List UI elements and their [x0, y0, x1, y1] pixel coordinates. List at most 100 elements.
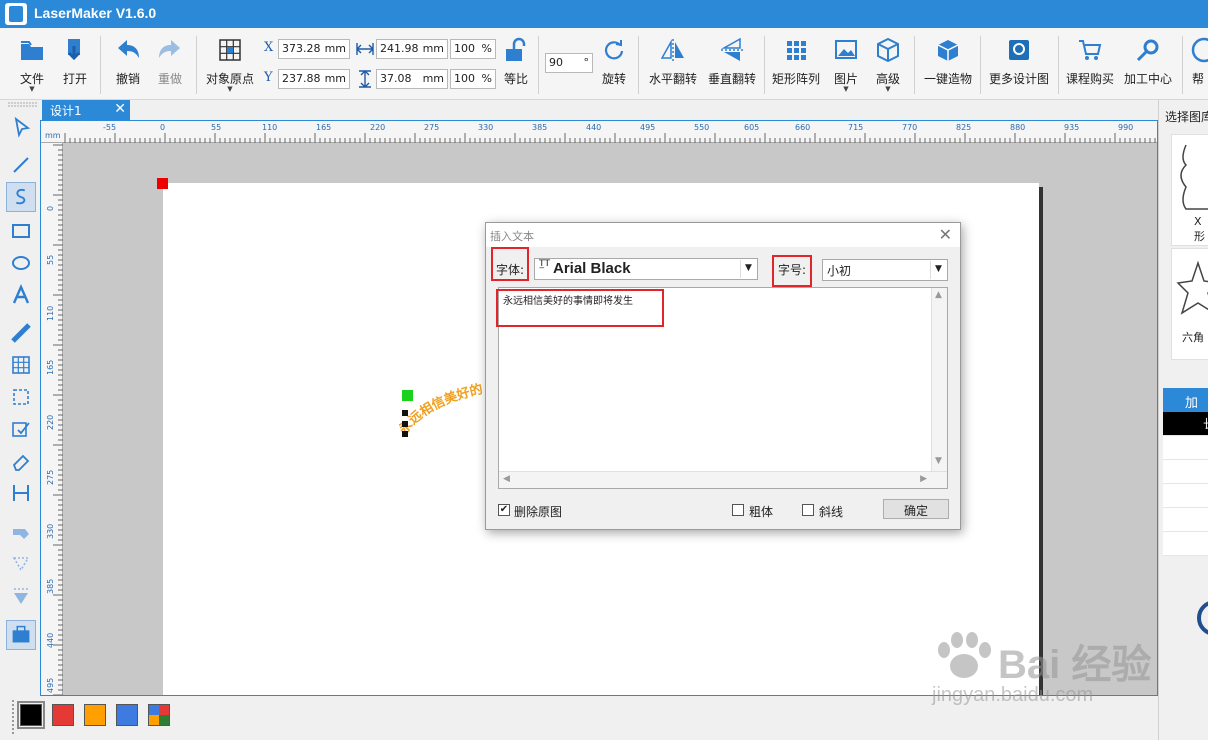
cube-icon	[877, 37, 899, 63]
ruler-tick-label: 110	[262, 123, 278, 132]
vertical-scrollbar[interactable]: ▲ ▼	[931, 288, 947, 472]
app-logo-icon	[5, 3, 27, 25]
size-label: 字号:	[778, 263, 807, 277]
layer-row[interactable]	[1163, 460, 1208, 484]
dashed-rect-icon[interactable]	[8, 384, 34, 410]
course-purchase-button[interactable]: 课程购买	[1062, 34, 1118, 96]
insert-text-dialog: 插入文本 ✕ 字体: T̲T Arial Black ▼ 字号: 小初 ▼ 永远…	[485, 222, 961, 530]
layer-bottom-icon[interactable]	[8, 584, 34, 610]
font-type-icon: T̲T	[539, 259, 550, 269]
color-swatch-blue[interactable]	[116, 704, 138, 726]
italic-checkbox[interactable]	[802, 504, 814, 516]
ok-button[interactable]: 确定	[883, 499, 949, 519]
ellipse-tool-icon[interactable]	[8, 250, 34, 276]
ruler-tick-label: 550	[694, 123, 710, 132]
unlock-icon	[506, 37, 526, 61]
ruler-tick-label: 330	[478, 123, 494, 132]
measure-icon[interactable]	[8, 480, 34, 506]
x-position-field[interactable]: 373.28 mm	[278, 39, 350, 59]
gallery-item-x-shape[interactable]: X形	[1171, 134, 1208, 246]
color-swatch-orange[interactable]	[84, 704, 106, 726]
x-shape-icon	[1180, 144, 1208, 210]
resize-handle[interactable]	[402, 410, 408, 416]
rectangular-array-button[interactable]: 矩形阵列	[768, 34, 824, 96]
rotate-button[interactable]: 旋转	[597, 34, 631, 96]
scroll-knob-icon[interactable]	[1195, 598, 1208, 638]
object-origin-button[interactable]: 对象原点 ▼	[202, 34, 258, 96]
color-swatch-red[interactable]	[52, 704, 74, 726]
vertical-ruler: 0 55 110 165 220 275 330 385 440 495	[41, 143, 63, 695]
table-tool-icon[interactable]	[8, 352, 34, 378]
ruler-unit-label: mm	[45, 131, 61, 140]
processing-tab[interactable]: 加工	[1163, 388, 1208, 430]
grip-icon	[8, 102, 38, 107]
ruler-tick-label: 495	[640, 123, 656, 132]
ruler-tick-label: 770	[902, 123, 918, 132]
box-icon	[937, 40, 959, 61]
width-field[interactable]: 241.98 mm	[376, 39, 448, 59]
open-button[interactable]: 打开	[56, 34, 94, 96]
scroll-down-icon[interactable]: ▼	[935, 456, 942, 466]
vertical-flip-button[interactable]: 垂直翻转	[704, 34, 760, 96]
scroll-right-icon[interactable]: ▶	[920, 474, 927, 484]
delete-original-label: 删除原图	[514, 505, 563, 519]
color-swatch-black[interactable]	[17, 701, 45, 729]
ruler-tick-label: 220	[46, 414, 55, 430]
select-arrow-icon[interactable]	[8, 114, 34, 140]
layer-row[interactable]	[1163, 508, 1208, 532]
layer-row[interactable]	[1163, 436, 1208, 460]
layer-up-icon[interactable]	[8, 520, 34, 546]
height-field[interactable]: 37.08 mm	[376, 69, 448, 89]
ruler-tick-label: 385	[46, 578, 55, 594]
undo-button[interactable]: 撤销	[108, 34, 148, 96]
layer-row-selected[interactable]: 长	[1163, 412, 1208, 436]
close-icon[interactable]: ✕	[939, 225, 952, 244]
layer-row[interactable]	[1163, 484, 1208, 508]
image-button[interactable]: 图片 ▼	[828, 34, 864, 96]
gallery-item-hexagram[interactable]: 六角	[1171, 248, 1208, 360]
resize-handle[interactable]	[402, 421, 408, 427]
edit-node-icon[interactable]	[8, 416, 34, 442]
toolbox-icon[interactable]	[6, 620, 36, 650]
design-gallery-icon	[1009, 40, 1029, 60]
scroll-up-icon[interactable]: ▲	[935, 290, 942, 300]
origin-grid-icon	[219, 39, 241, 61]
proportional-lock-button[interactable]: 等比	[498, 34, 534, 96]
rotate-angle-field[interactable]: 90 °	[545, 53, 593, 73]
tab-design-1[interactable]: 设计1 ✕	[42, 100, 130, 120]
y-position-field[interactable]: 237.88 mm	[278, 69, 350, 89]
one-click-create-button[interactable]: 一键造物	[920, 34, 976, 96]
text-tool-icon[interactable]	[8, 282, 34, 308]
rotate-handle[interactable]	[402, 390, 413, 401]
toolbar-separator	[764, 36, 765, 94]
chevron-down-icon: ▼	[930, 261, 946, 279]
rectangle-tool-icon[interactable]	[8, 218, 34, 244]
processing-center-button[interactable]: 加工中心	[1120, 34, 1176, 96]
scroll-left-icon[interactable]: ◀	[503, 474, 510, 484]
line-tool-icon[interactable]	[8, 152, 34, 178]
layer-row[interactable]	[1163, 532, 1208, 556]
height-arrows-icon	[359, 70, 371, 88]
ruler-tool-icon[interactable]	[8, 320, 34, 346]
help-button[interactable]: 帮	[1188, 34, 1208, 96]
font-select[interactable]: T̲T Arial Black ▼	[534, 258, 758, 280]
curve-tool-icon[interactable]	[6, 182, 36, 212]
bold-checkbox[interactable]	[732, 504, 744, 516]
file-button[interactable]: 文件 ▼	[12, 34, 52, 96]
flip-vertical-icon	[721, 37, 743, 61]
close-tab-icon[interactable]: ✕	[114, 101, 126, 117]
main-toolbar: 文件 ▼ 打开 撤销 重做 对象原点 ▼ X 373.28 mm Y 237.88	[0, 28, 1208, 100]
more-designs-button[interactable]: 更多设计图	[984, 34, 1054, 96]
delete-original-checkbox[interactable]: ✔	[498, 504, 510, 516]
width-percent-field[interactable]: 100%	[450, 39, 496, 59]
eraser-icon[interactable]	[8, 448, 34, 474]
resize-handle[interactable]	[402, 431, 408, 437]
advanced-button[interactable]: 高级 ▼	[870, 34, 906, 96]
font-size-select[interactable]: 小初 ▼	[822, 259, 948, 281]
height-percent-field[interactable]: 100%	[450, 69, 496, 89]
redo-button[interactable]: 重做	[150, 34, 190, 96]
horizontal-scrollbar[interactable]: ◀ ▶	[499, 471, 947, 488]
color-swatch-multi[interactable]	[148, 704, 170, 726]
horizontal-flip-button[interactable]: 水平翻转	[644, 34, 702, 96]
layer-down-icon[interactable]	[8, 552, 34, 578]
